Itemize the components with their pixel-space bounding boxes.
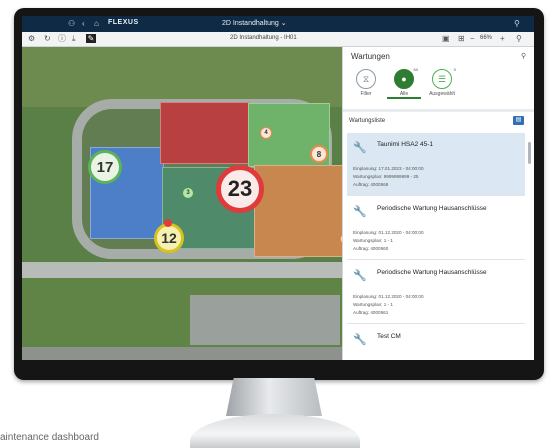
search-icon[interactable]: ⚲ (514, 19, 520, 29)
brand-logo: FLEXUS (108, 19, 139, 26)
filter-all-button[interactable]: ● 60 Alle (387, 67, 421, 99)
item-plan: Wartungsplan: 1 - 1 (353, 238, 393, 243)
selected-count: 0 (453, 67, 456, 72)
pin-icon[interactable]: ⚲ (516, 34, 522, 43)
filter-label: Filter (360, 91, 372, 97)
app-title-dropdown[interactable]: 2D Instandhaltung ⌄ (222, 19, 287, 27)
grid-icon[interactable]: ⊞ (458, 34, 465, 43)
wrench-icon: 🔧 (353, 270, 367, 282)
item-order: Auftrag: 4000560 (353, 246, 389, 251)
item-title: Test CM (377, 333, 401, 340)
list-view-button[interactable]: ▤ (513, 116, 524, 125)
wrench-icon: 🔧 (353, 206, 367, 218)
item-title: Periodische Wartung Hausanschlüsse (377, 205, 487, 212)
zoom-in-icon[interactable]: + (500, 34, 505, 43)
home-icon[interactable]: ⌂ (94, 19, 99, 29)
building-orange[interactable] (254, 165, 342, 257)
item-title: Periodische Wartung Hausanschlüsse (377, 269, 487, 276)
filter-selected-label: Ausgewählt (429, 91, 455, 97)
main-road (22, 262, 342, 278)
maintenance-panel: Wartungen ⚲ ⧖ Filter ● 60 Alle ☰ 0 Ausgewä… (342, 47, 534, 360)
map-toolbar: ⚙ ↻ ⓘ ⤓ ✎ 2D Instandhaltung - IH01 ▣ ⊞ −… (22, 32, 534, 47)
item-order: Auftrag: 4000568 (353, 182, 389, 187)
title-bar: ⚇ ‹ ⌂ FLEXUS 2D Instandhaltung ⌄ ⚲ (22, 16, 534, 32)
all-count: 60 (413, 67, 418, 72)
parking-lot (190, 295, 340, 345)
monitor-stand-base (190, 414, 360, 448)
wrench-icon: 🔧 (353, 142, 367, 154)
south-road (22, 347, 342, 360)
filter-selected-button[interactable]: ☰ 0 Ausgewählt (425, 67, 459, 97)
scrollbar[interactable] (528, 142, 531, 164)
info-icon[interactable]: ⓘ (58, 34, 66, 43)
zoom-level: 66% (480, 35, 493, 41)
list-item[interactable]: 🔧 Test CM (347, 325, 525, 360)
document-title: 2D Instandhaltung - IH01 (230, 35, 297, 41)
layers-icon[interactable]: ▣ (442, 34, 450, 43)
item-title: Taunimi HSA2 45-1 (377, 141, 433, 148)
filter-icon: ⧖ (356, 69, 376, 89)
download-icon[interactable]: ⤓ (72, 34, 76, 43)
select-tool-icon[interactable]: ✎ (86, 34, 96, 43)
item-plan: Wartungsplan: 9999999999 - 25 (353, 174, 419, 179)
zoom-out-icon[interactable]: − (470, 34, 475, 43)
item-order: Auftrag: 4000561 (353, 310, 389, 315)
panel-title: Wartungen (351, 52, 390, 61)
cluster-marker-small[interactable]: 4 (260, 127, 272, 139)
user-icon[interactable]: ⚇ (68, 19, 75, 29)
item-plan: Wartungsplan: 1 - 1 (353, 302, 393, 307)
cluster-marker-green[interactable]: 17 (88, 150, 122, 184)
screen: ⚇ ‹ ⌂ FLEXUS 2D Instandhaltung ⌄ ⚲ ⚙ ↻ ⓘ… (22, 16, 534, 360)
building-red[interactable] (160, 102, 250, 164)
filter-button[interactable]: ⧖ Filter (349, 69, 383, 97)
selected-icon: ☰ 0 (432, 67, 456, 89)
list-item[interactable]: 🔧 Taunimi HSA2 45-1 Einplanung: 17.01.20… (347, 133, 525, 196)
pin-icon[interactable]: ⚲ (521, 52, 526, 60)
item-date: Einplanung: 01.12.2020 - 04:00:00 (353, 294, 424, 299)
cluster-marker-orange[interactable]: 8 (310, 145, 328, 163)
cluster-marker-red[interactable]: 23 (216, 165, 264, 213)
grass-area (22, 47, 342, 107)
monitor-stand-neck (226, 378, 322, 416)
back-icon[interactable]: ‹ (82, 19, 85, 29)
cluster-marker-yellow[interactable]: 12 (154, 223, 184, 253)
list-label: Wartungsliste (349, 118, 386, 124)
divider (343, 109, 534, 112)
item-date: Einplanung: 01.12.2020 - 04:00:00 (353, 230, 424, 235)
list-item[interactable]: 🔧 Periodische Wartung Hausanschlüsse Ein… (347, 261, 525, 324)
caption: aintenance dashboard (0, 432, 99, 443)
list-item[interactable]: 🔧 Periodische Wartung Hausanschlüsse Ein… (347, 197, 525, 260)
cluster-marker-small-green[interactable]: 3 (182, 187, 194, 199)
location-pin[interactable] (164, 219, 172, 227)
item-date: Einplanung: 17.01.2023 - 04:00:00 (353, 166, 424, 171)
all-icon: ● 60 (394, 67, 418, 89)
wrench-icon: 🔧 (353, 334, 367, 346)
refresh-icon[interactable]: ↻ (44, 34, 51, 43)
settings-icon[interactable]: ⚙ (28, 34, 35, 43)
map-view[interactable]: 17 23 12 8 4 4 3 (22, 47, 342, 360)
filter-all-label: Alle (399, 91, 409, 97)
